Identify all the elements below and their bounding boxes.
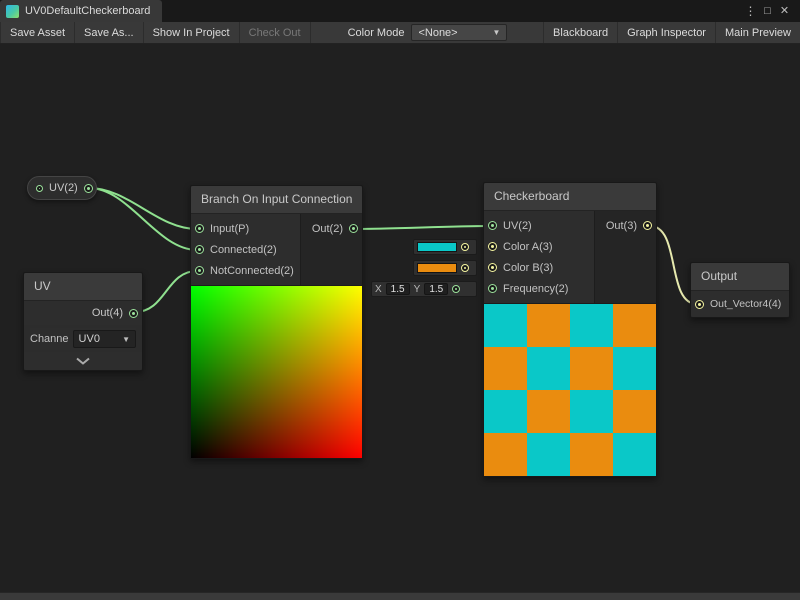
node-checkerboard[interactable]: Checkerboard UV(2) Color A(3) Color B(3)…	[483, 182, 657, 477]
chevron-down-icon: ▼	[122, 335, 130, 344]
branch-inputs: Input(P) Connected(2) NotConnected(2)	[191, 214, 300, 285]
node-uv-title[interactable]: UV	[24, 273, 142, 301]
color-b-inline-port[interactable]	[461, 264, 469, 272]
uv-channel-label: Channe	[30, 333, 69, 345]
node-output[interactable]: Output Out_Vector4(4)	[690, 262, 790, 318]
port-row-connected: Connected(2)	[191, 239, 300, 260]
branch-notconnected-label: NotConnected(2)	[210, 265, 294, 277]
checkerboard-preview	[484, 303, 656, 476]
branch-input-port[interactable]	[195, 224, 204, 233]
chevron-down-icon: ▼	[493, 28, 501, 37]
branch-out-port[interactable]	[349, 224, 358, 233]
output-port-label: Out_Vector4(4)	[710, 298, 781, 310]
uv-out-port[interactable]	[129, 309, 138, 318]
port-row-uv: UV(2)	[484, 215, 594, 236]
node-output-title[interactable]: Output	[691, 263, 789, 291]
checkerboard-out-port[interactable]	[643, 221, 652, 230]
node-checkerboard-title[interactable]: Checkerboard	[484, 183, 656, 211]
maximize-icon[interactable]: □	[759, 0, 776, 22]
close-icon[interactable]: ✕	[776, 0, 793, 22]
port-row-output: Out_Vector4(4)	[691, 291, 789, 317]
frequency-x-input[interactable]: 1.5	[386, 283, 410, 295]
checkerboard-frequency-port[interactable]	[488, 284, 497, 293]
toolbar-gap	[311, 22, 341, 43]
checkerboard-frequency-label: Frequency(2)	[503, 283, 568, 295]
color-a-inline-port[interactable]	[461, 243, 469, 251]
uv-channel-row: Channe UV0 ▼	[30, 328, 136, 350]
save-asset-button[interactable]: Save Asset	[0, 22, 75, 43]
port-row-color-a: Color A(3)	[484, 236, 594, 257]
uv-pill-label: UV(2)	[49, 182, 78, 194]
uv-pill-dot-icon	[36, 185, 43, 192]
status-strip	[0, 592, 800, 600]
uv-pill-output-port[interactable]	[84, 184, 93, 193]
show-in-project-button[interactable]: Show In Project	[144, 22, 240, 43]
branch-notconnected-port[interactable]	[195, 266, 204, 275]
window-controls: ⋮ □ ✕	[742, 0, 800, 22]
blackboard-toggle-button[interactable]: Blackboard	[543, 22, 617, 43]
node-uv[interactable]: UV Out(4) Channe UV0 ▼	[23, 272, 143, 371]
uv-channel-dropdown[interactable]: UV0 ▼	[73, 330, 136, 348]
color-mode-label: Color Mode	[341, 22, 412, 43]
color-a-swatch[interactable]	[417, 242, 457, 252]
checkerboard-color-b-label: Color B(3)	[503, 262, 553, 274]
port-row-input: Input(P)	[191, 218, 300, 239]
uv-channel-value: UV0	[79, 333, 100, 345]
graph-tab[interactable]: UV0DefaultCheckerboard	[0, 0, 162, 22]
node-uv-pill[interactable]: UV(2)	[27, 176, 97, 200]
node-branch-body: Input(P) Connected(2) NotConnected(2) Ou…	[191, 214, 362, 285]
toolbar-spacer	[507, 22, 543, 43]
checkerboard-color-b-port[interactable]	[488, 263, 497, 272]
color-mode-value: <None>	[418, 27, 457, 39]
frequency-inline-port[interactable]	[452, 285, 460, 293]
port-row-branch-out: Out(2)	[301, 218, 362, 239]
checkerboard-color-a-label: Color A(3)	[503, 241, 553, 253]
collapse-preview-chevron-icon[interactable]	[75, 357, 91, 365]
save-as-button[interactable]: Save As...	[75, 22, 144, 43]
branch-out-label: Out(2)	[312, 223, 343, 235]
frequency-x-label: X	[375, 284, 382, 295]
port-row-checkerboard-out: Out(3)	[595, 215, 656, 236]
output-port[interactable]	[695, 300, 704, 309]
branch-outputs: Out(2)	[300, 214, 362, 285]
node-checkerboard-body: UV(2) Color A(3) Color B(3) Frequency(2)…	[484, 211, 656, 303]
port-row-frequency: Frequency(2)	[484, 278, 594, 299]
graph-tab-label: UV0DefaultCheckerboard	[25, 5, 150, 17]
branch-input-label: Input(P)	[210, 223, 249, 235]
port-row-uv-out: Out(4)	[24, 301, 142, 325]
uv-collapse-row	[24, 352, 142, 370]
port-row-notconnected: NotConnected(2)	[191, 260, 300, 281]
frequency-y-input[interactable]: 1.5	[424, 283, 448, 295]
color-a-field	[413, 239, 477, 255]
checkerboard-outputs: Out(3)	[594, 211, 656, 303]
branch-connected-label: Connected(2)	[210, 244, 277, 256]
node-branch[interactable]: Branch On Input Connection Input(P) Conn…	[190, 185, 363, 459]
title-bar: UV0DefaultCheckerboard ⋮ □ ✕	[0, 0, 800, 22]
checkerboard-color-a-port[interactable]	[488, 242, 497, 251]
node-branch-title[interactable]: Branch On Input Connection	[191, 186, 362, 214]
branch-connected-port[interactable]	[195, 245, 204, 254]
main-preview-toggle-button[interactable]: Main Preview	[715, 22, 800, 43]
graph-inspector-toggle-button[interactable]: Graph Inspector	[617, 22, 715, 43]
check-out-button[interactable]: Check Out	[240, 22, 311, 43]
uv-out-label: Out(4)	[92, 307, 123, 319]
window-menu-icon[interactable]: ⋮	[742, 0, 759, 22]
checkerboard-out-label: Out(3)	[606, 220, 637, 232]
checkerboard-uv-label: UV(2)	[503, 220, 532, 232]
frequency-y-label: Y	[414, 284, 421, 295]
graph-toolbar: Save Asset Save As... Show In Project Ch…	[0, 22, 800, 44]
checkerboard-uv-port[interactable]	[488, 221, 497, 230]
port-row-color-b: Color B(3)	[484, 257, 594, 278]
color-mode-dropdown[interactable]: <None> ▼	[411, 24, 507, 41]
color-b-swatch[interactable]	[417, 263, 457, 273]
checkerboard-inputs: UV(2) Color A(3) Color B(3) Frequency(2)	[484, 211, 594, 303]
frequency-field: X 1.5 Y 1.5	[371, 281, 477, 297]
branch-uv-preview	[191, 285, 362, 458]
shader-graph-icon	[6, 5, 19, 18]
color-b-field	[413, 260, 477, 276]
